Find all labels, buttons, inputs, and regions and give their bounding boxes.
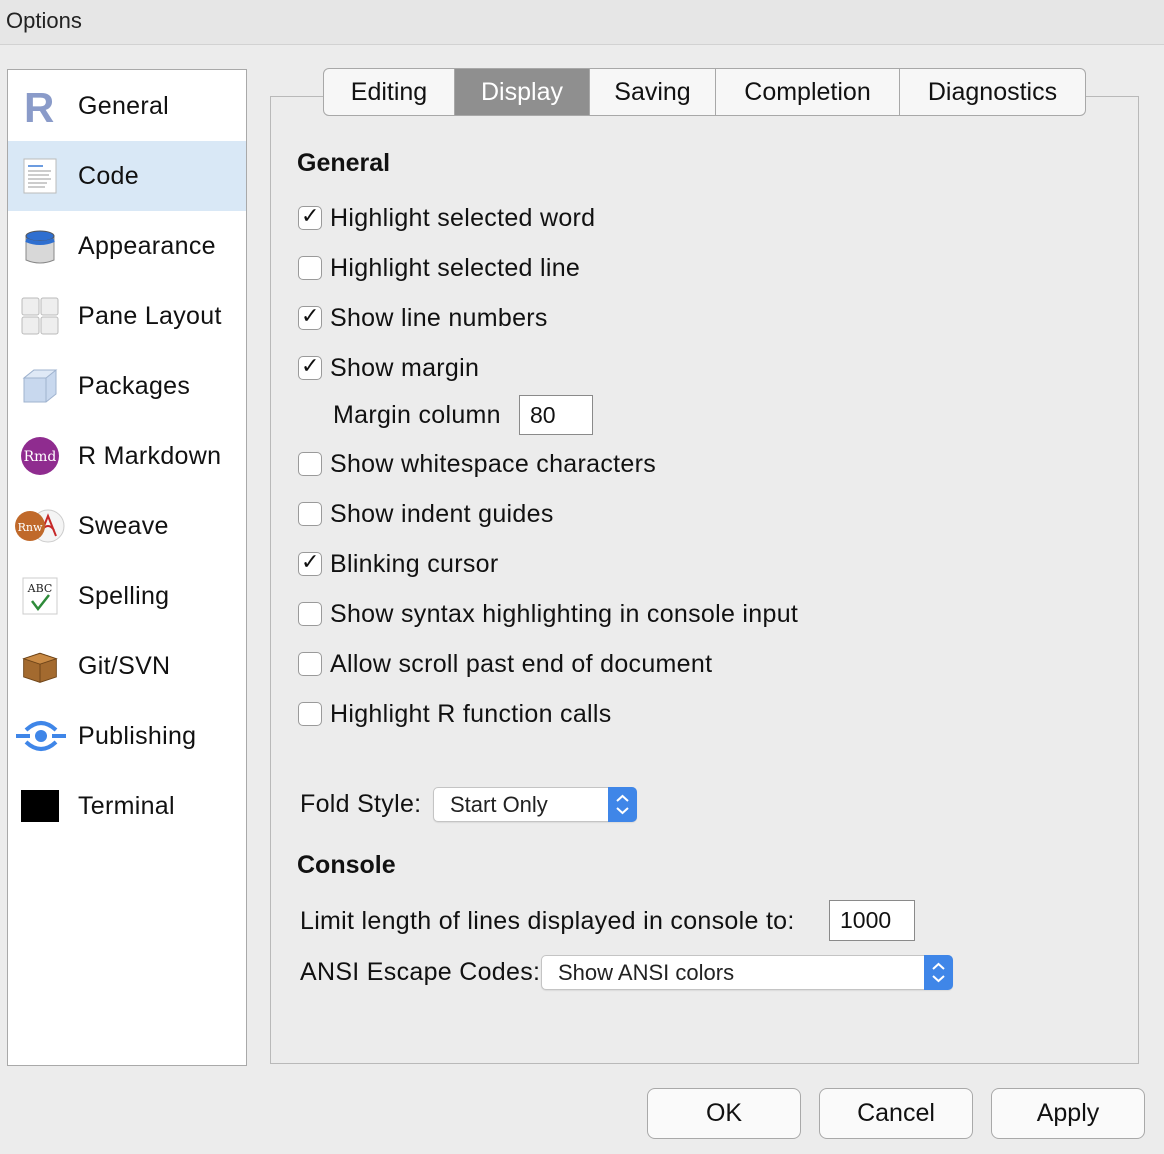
select-stepper-icon [924, 955, 953, 990]
svg-text:R: R [24, 86, 54, 126]
margin-column-label: Margin column [333, 401, 501, 429]
checkbox-label: Allow scroll past end of document [330, 649, 713, 678]
select-stepper-icon [608, 787, 637, 822]
sidebar-item-label: R Markdown [78, 441, 222, 470]
sidebar-item-publishing[interactable]: Publishing [8, 701, 246, 771]
code-document-icon [20, 156, 60, 196]
checkbox-label: Show line numbers [330, 303, 548, 332]
sidebar-item-label: Sweave [78, 511, 169, 540]
checkbox-label: Highlight R function calls [330, 699, 612, 728]
sidebar-item-label: Packages [78, 371, 191, 400]
checkbox-label: Show margin [330, 353, 480, 382]
tab-display[interactable]: Display [455, 68, 590, 116]
svg-text:Rnw: Rnw [18, 521, 43, 534]
sidebar-item-general[interactable]: R General [8, 71, 246, 141]
sidebar-item-appearance[interactable]: Appearance [8, 211, 246, 281]
tab-bar: Editing Display Saving Completion Diagno… [323, 68, 1086, 118]
sidebar-item-label: Appearance [78, 231, 216, 260]
ok-button[interactable]: OK [647, 1088, 801, 1139]
checkbox-highlight-function-calls[interactable]: Highlight R function calls [298, 699, 612, 729]
svg-text:Rmd: Rmd [24, 449, 57, 465]
checkbox-blinking-cursor[interactable]: ✓ Blinking cursor [298, 549, 498, 579]
pane-grid-icon [20, 296, 60, 336]
window-title: Options [6, 8, 82, 33]
fold-style-value: Start Only [450, 791, 548, 817]
package-cube-icon [20, 366, 60, 406]
paint-bucket-icon [20, 226, 60, 266]
checkbox[interactable] [298, 256, 322, 280]
checkbox[interactable] [298, 652, 322, 676]
tab-editing[interactable]: Editing [323, 68, 455, 116]
cancel-button[interactable]: Cancel [819, 1088, 973, 1139]
sidebar-item-label: Spelling [78, 581, 170, 610]
sidebar-item-label: Git/SVN [78, 651, 171, 680]
checkbox[interactable] [298, 702, 322, 726]
tab-diagnostics[interactable]: Diagnostics [900, 68, 1086, 116]
ansi-escape-value: Show ANSI colors [558, 959, 735, 985]
tab-completion[interactable]: Completion [716, 68, 900, 116]
fold-style-label: Fold Style: [300, 790, 422, 818]
r-logo-icon: R [20, 86, 60, 126]
svg-text:ABC: ABC [27, 582, 53, 595]
console-limit-input[interactable]: 1000 [829, 900, 915, 941]
checkbox-label: Highlight selected line [330, 253, 581, 282]
sidebar-item-pane-layout[interactable]: Pane Layout [8, 281, 246, 351]
ansi-escape-label: ANSI Escape Codes: [300, 958, 541, 986]
checkbox-show-line-numbers[interactable]: ✓ Show line numbers [298, 303, 548, 333]
rmd-icon: Rmd [20, 436, 60, 476]
cardboard-box-icon [20, 646, 60, 686]
checkbox[interactable]: ✓ [298, 549, 322, 576]
general-section-title: General [297, 149, 391, 177]
sidebar-item-terminal[interactable]: Terminal [8, 771, 246, 841]
checkbox-show-margin[interactable]: ✓ Show margin [298, 353, 479, 383]
checkbox[interactable] [298, 452, 322, 476]
checkbox-label: Highlight selected word [330, 203, 596, 232]
abc-check-icon: ABC [20, 576, 60, 616]
tab-saving[interactable]: Saving [590, 68, 716, 116]
checkbox[interactable]: ✓ [298, 353, 322, 380]
checkbox-label: Show syntax highlighting in console inpu… [330, 599, 799, 628]
checkbox[interactable] [298, 502, 322, 526]
sidebar-item-packages[interactable]: Packages [8, 351, 246, 421]
fold-style-select[interactable]: Start Only [433, 787, 637, 822]
ansi-escape-select[interactable]: Show ANSI colors [541, 955, 953, 990]
apply-button[interactable]: Apply [991, 1088, 1145, 1139]
sidebar-item-label: Code [78, 161, 139, 190]
sidebar-item-sweave[interactable]: Rnw Sweave [8, 491, 246, 561]
sidebar-item-label: Publishing [78, 721, 197, 750]
checkbox[interactable]: ✓ [298, 203, 322, 230]
sidebar-item-label: General [78, 91, 170, 120]
sidebar-item-code[interactable]: Code [8, 141, 246, 211]
sidebar: R General Code Appearance Pane Layout Pa… [7, 69, 247, 1066]
checkbox[interactable]: ✓ [298, 303, 322, 330]
checkbox-label: Show indent guides [330, 499, 554, 528]
terminal-icon [20, 786, 60, 826]
publish-icon [16, 716, 66, 756]
sidebar-item-r-markdown[interactable]: Rmd R Markdown [8, 421, 246, 491]
sidebar-item-git-svn[interactable]: Git/SVN [8, 631, 246, 701]
sweave-pdf-icon: Rnw [14, 506, 68, 546]
checkbox-highlight-selected-line[interactable]: Highlight selected line [298, 253, 580, 283]
checkbox-console-syntax-highlighting[interactable]: Show syntax highlighting in console inpu… [298, 599, 798, 629]
checkbox-scroll-past-end[interactable]: Allow scroll past end of document [298, 649, 712, 679]
sidebar-item-label: Pane Layout [78, 301, 222, 330]
console-limit-label: Limit length of lines displayed in conso… [300, 907, 795, 935]
margin-column-input[interactable]: 80 [519, 395, 593, 435]
console-section-title: Console [297, 851, 396, 879]
checkbox-highlight-selected-word[interactable]: ✓ Highlight selected word [298, 203, 595, 233]
checkbox[interactable] [298, 602, 322, 626]
sidebar-item-spelling[interactable]: ABC Spelling [8, 561, 246, 631]
sidebar-item-label: Terminal [78, 791, 175, 820]
checkbox-show-indent-guides[interactable]: Show indent guides [298, 499, 554, 529]
checkbox-label: Show whitespace characters [330, 449, 657, 478]
checkbox-label: Blinking cursor [330, 549, 499, 578]
checkbox-show-whitespace[interactable]: Show whitespace characters [298, 449, 656, 479]
window-titlebar: Options [0, 0, 1164, 45]
